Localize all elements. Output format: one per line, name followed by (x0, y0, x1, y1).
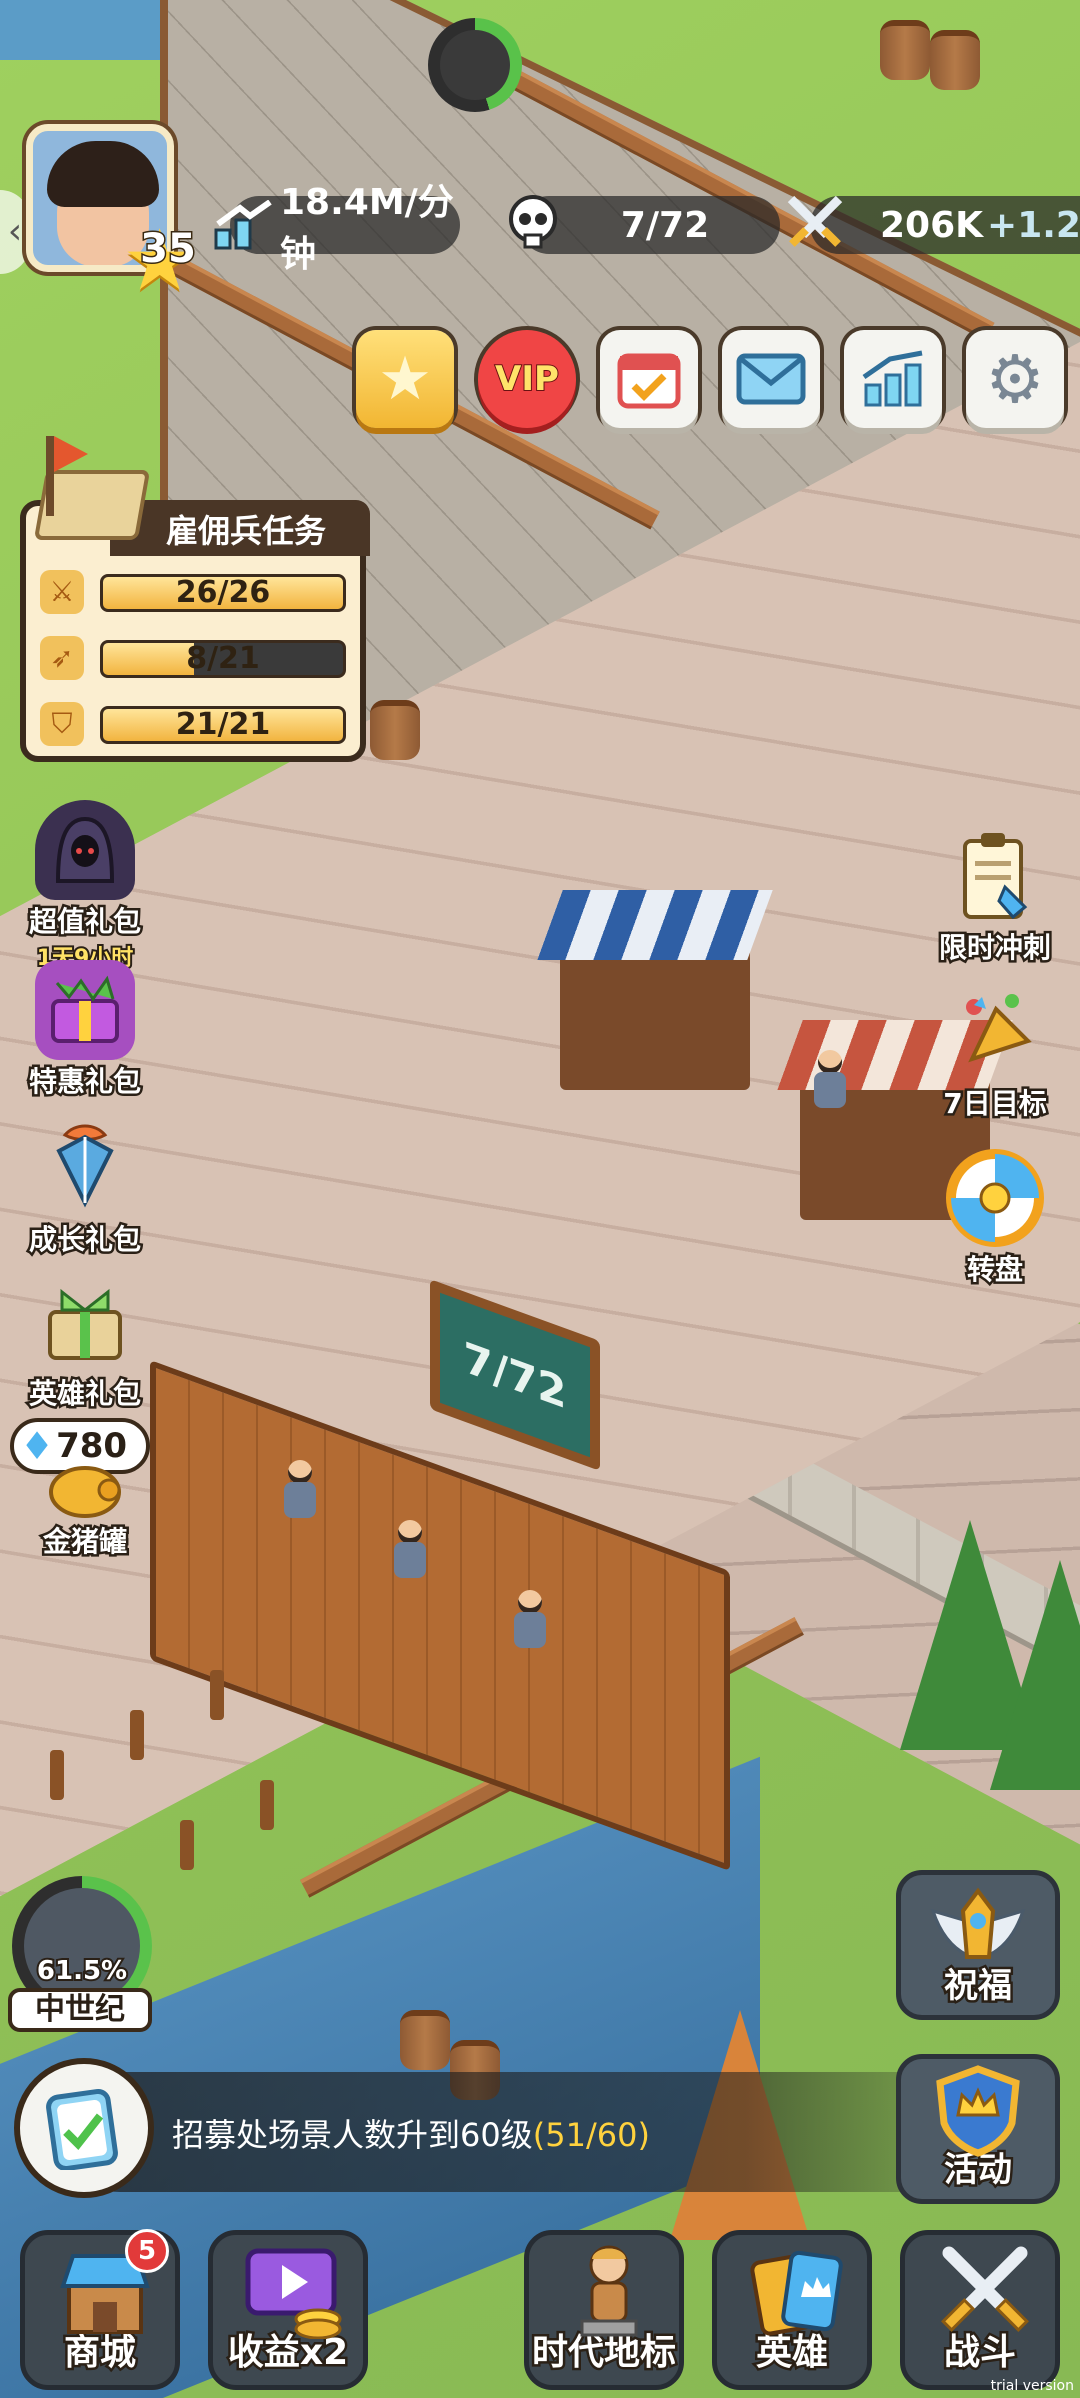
lucky-wheel-button[interactable]: 转盘 (920, 1148, 1070, 1289)
balloon-gift-icon (35, 1118, 135, 1218)
merchant-npc (810, 1050, 850, 1110)
time-sprint-label: 限时冲刺 (936, 929, 1053, 967)
video-coins-icon (233, 2241, 353, 2341)
gear-icon: ⚙ (985, 340, 1045, 418)
clipboard-check-icon (46, 2088, 118, 2170)
shop-badge: 5 (125, 2229, 169, 2273)
crown-shield-icon (936, 2065, 1020, 2157)
quest-progress-text: 26/26 (175, 575, 271, 610)
seven-day-goal-label: 7日目标 (941, 1085, 1049, 1123)
rope-post (130, 1710, 144, 1760)
quest-progress-bar: 21/21 (100, 706, 346, 744)
ranking-button[interactable] (844, 330, 942, 428)
quest-progress-bar: 26/26 (100, 574, 346, 612)
quest-progress-text: 21/21 (175, 707, 271, 742)
pine-tree (990, 1560, 1080, 1790)
barrel (880, 20, 930, 80)
hero-gift-icon (35, 1272, 135, 1372)
party-popper-icon (945, 982, 1045, 1082)
star-ticket-icon: ★ (378, 344, 432, 414)
hero-cards-icon (737, 2241, 857, 2341)
task-description: 招募处场景人数升到60级(51/60) (172, 2110, 650, 2156)
growth-pack-label: 成长礼包 (26, 1221, 143, 1259)
quest-progress-bar: 8/21 (100, 640, 346, 678)
vip-button[interactable]: VIP (478, 330, 576, 428)
nav-heroes[interactable]: 英雄 (712, 2230, 872, 2390)
sword-icon: ⚔ (40, 570, 84, 614)
income-trend-icon (210, 190, 280, 260)
quest-progress-text: 8/21 (186, 641, 260, 676)
task-button[interactable] (14, 2058, 154, 2198)
nav-era-landmark[interactable]: 时代地标 (524, 2230, 684, 2390)
rope-post (260, 1780, 274, 1830)
piggy-bank-icon (45, 1460, 125, 1520)
gift-box-icon (35, 960, 135, 1060)
vip-badge-icon: VIP (494, 358, 560, 400)
task-text: 招募处场景人数升到60级 (172, 2116, 533, 2154)
piggy-bank-label: 金猪罐 (40, 1523, 129, 1561)
pass-card-button[interactable]: ★ (356, 330, 454, 428)
hooded-figure-icon (35, 800, 135, 900)
envelope-icon (736, 353, 806, 405)
watermark: trial version (990, 2378, 1074, 2394)
discount-pack-button[interactable]: 特惠礼包 (10, 960, 160, 1101)
landmark-statue-icon (549, 2241, 669, 2341)
stall-awning (537, 890, 773, 960)
rope-post (210, 1670, 224, 1720)
rope-post (50, 1750, 64, 1800)
population-count: 7/72 (620, 204, 710, 246)
piggy-bank-button[interactable]: 金猪罐 (10, 1460, 160, 1561)
barrel (930, 30, 980, 90)
quest-row-shield: ⛉ 21/21 (40, 702, 346, 746)
activity-button[interactable]: 活动 (896, 2054, 1060, 2204)
shield-icon: ⛉ (40, 702, 84, 746)
top-progress-ring (428, 18, 522, 112)
nav-shop[interactable]: 5 商城 (20, 2229, 180, 2390)
barrel (400, 2010, 450, 2070)
lucky-wheel-label: 转盘 (964, 1251, 1025, 1289)
quest-row-bow: ➶ 8/21 (40, 636, 346, 680)
recruit-npc (510, 1590, 550, 1650)
nav-battle[interactable]: 战斗 (900, 2230, 1060, 2390)
flag-icon (46, 436, 88, 516)
checkin-button[interactable] (600, 330, 698, 428)
clipboard-icon (945, 826, 1045, 926)
mail-button[interactable] (722, 330, 820, 428)
hero-pack-button[interactable]: 英雄礼包 (10, 1272, 160, 1413)
era-label[interactable]: 中世纪 (8, 1988, 152, 2032)
barrel (370, 700, 420, 760)
recruit-npc (280, 1460, 320, 1520)
nav-double-income[interactable]: 收益x2 (208, 2230, 368, 2390)
time-sprint-button[interactable]: 限时冲刺 (920, 826, 1070, 967)
value-pack-button[interactable]: 超值礼包 1天9小时 (10, 800, 160, 973)
winged-helmet-icon (930, 1887, 1026, 1959)
income-rate: 18.4M/分钟 (280, 182, 454, 275)
era-progress-text: 61.5% (35, 1954, 129, 1988)
blessing-button[interactable]: 祝福 (896, 1870, 1060, 2020)
crossed-swords-icon (780, 188, 850, 258)
weapon-stall[interactable] (537, 890, 773, 1090)
wheel-icon (945, 1148, 1045, 1248)
player-level: 35 (139, 225, 198, 274)
quest-row-sword: ⚔ 26/26 (40, 570, 346, 614)
quest-title: 雇佣兵任务 (166, 512, 327, 550)
growth-pack-button[interactable]: 成长礼包 (10, 1118, 160, 1259)
hero-pack-label: 英雄礼包 (26, 1375, 143, 1413)
task-progress: (51/60) (532, 2116, 650, 2154)
recruit-npc (390, 1520, 430, 1580)
calendar-check-icon (617, 353, 681, 409)
power-value: 206K (880, 204, 984, 246)
avatar-hair (47, 141, 159, 207)
value-pack-label: 超值礼包 (26, 903, 143, 941)
crossed-swords-icon (925, 2241, 1045, 2341)
skull-icon (498, 188, 568, 258)
power-gain: +1.22 (987, 204, 1080, 246)
power-pill[interactable]: 206K +1.22 (810, 196, 1080, 254)
seven-day-goal-button[interactable]: 7日目标 (920, 982, 1070, 1123)
rope-post (180, 1820, 194, 1870)
settings-button[interactable]: ⚙ (966, 330, 1064, 428)
bow-icon: ➶ (40, 636, 84, 680)
discount-pack-label: 特惠礼包 (26, 1063, 143, 1101)
chart-icon (862, 350, 923, 407)
